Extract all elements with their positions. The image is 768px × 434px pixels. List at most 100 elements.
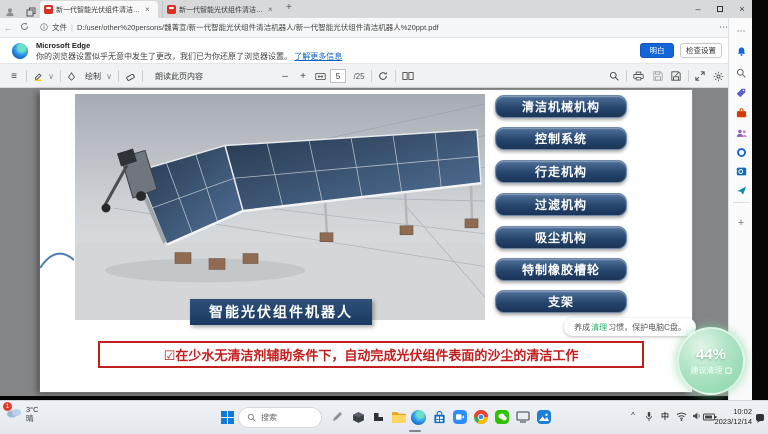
notification-badge: 1	[3, 402, 12, 411]
refresh-icon[interactable]	[16, 22, 32, 33]
slide-swoosh-decoration	[40, 242, 74, 277]
draw-caret-icon[interactable]: ∨	[104, 64, 114, 88]
taskbar-clock[interactable]: 10:02 2023/12/14	[712, 407, 752, 427]
start-button[interactable]	[216, 406, 238, 428]
drop-icon[interactable]	[729, 181, 753, 199]
read-aloud-button[interactable]: 朗读此页内容	[148, 64, 210, 88]
tab-1[interactable]: 新一代智能光伏组件清洁机器人 ×	[40, 1, 158, 18]
window-minimize-button[interactable]: –	[688, 0, 708, 18]
wifi-tray-icon[interactable]	[674, 411, 688, 421]
info-icon[interactable]	[40, 23, 48, 33]
eraser-icon[interactable]	[122, 64, 138, 88]
tab-close-icon[interactable]: ×	[145, 5, 150, 14]
window-close-button[interactable]: ×	[732, 0, 752, 18]
docs-app-icon[interactable]	[367, 406, 389, 428]
browser-menu-icon[interactable]: ⋯	[719, 22, 728, 33]
search-icon[interactable]	[606, 64, 622, 88]
image-caption-label: 智能光伏组件机器人	[190, 299, 372, 325]
component-button: 过滤机构	[495, 193, 627, 216]
sidebar-add-icon[interactable]: +	[729, 214, 753, 232]
broom-icon	[725, 367, 732, 374]
component-button: 清洁机械机构	[495, 95, 627, 118]
rotate-icon[interactable]	[375, 64, 391, 88]
tools-briefcase-icon[interactable]	[729, 104, 753, 122]
pdf-file-icon	[44, 5, 53, 14]
tab-2[interactable]: 新一代智能光伏组件清洁机器人 ×	[162, 1, 280, 18]
desktop-black-edge	[752, 0, 768, 400]
component-button: 吸尘机构	[495, 226, 627, 249]
snip-pen-app-icon[interactable]	[326, 406, 348, 428]
highlighter-caret-icon[interactable]: ∨	[46, 64, 56, 88]
fullscreen-icon[interactable]	[692, 64, 708, 88]
edge-app-icon[interactable]	[407, 406, 429, 428]
page-total-label: /25	[349, 64, 369, 88]
draw-nib-icon[interactable]	[64, 64, 78, 88]
address-bar: ← 文件 | D:/user/other%20persons/魏菁宣/新一代智能…	[0, 18, 752, 38]
url-text: D:/user/other%20persons/魏菁宣/新一代智能光伏组件清洁机…	[77, 22, 439, 33]
browser-tab-bar: 新一代智能光伏组件清洁机器人 × 新一代智能光伏组件清洁机器人 × + – ×	[0, 0, 752, 18]
meeting-app-icon[interactable]	[449, 406, 471, 428]
zoom-in-icon[interactable]: +	[296, 64, 310, 88]
notification-app-name: Microsoft Edge	[36, 41, 90, 50]
clock-time: 10:02	[733, 407, 752, 416]
scheme-label: 文件	[52, 22, 67, 33]
url-separator: |	[71, 23, 73, 32]
notification-message: 你的浏览器设置似乎无意中发生了更改，我们已为你还原了浏览器设置。 了解更多信息	[36, 51, 342, 62]
cleaner-percent: 44%	[696, 346, 726, 363]
component-button: 特制橡胶槽轮	[495, 258, 627, 281]
people-icon[interactable]	[729, 124, 753, 142]
pdf-toolbar: ≡ ∨ 绘制 ∨ 朗读此页内容 – + /25	[0, 64, 752, 88]
weather-widget[interactable]: 1 3°C 晴	[6, 405, 39, 423]
taskbar: 1 3°C 晴 搜索	[0, 400, 768, 434]
clock-date: 2023/12/14	[714, 417, 752, 426]
weather-temp: 3°C	[26, 405, 39, 414]
search-icon	[247, 413, 256, 422]
cube-app-icon[interactable]	[347, 406, 369, 428]
component-button: 行走机构	[495, 160, 627, 183]
window-maximize-button[interactable]	[710, 0, 730, 18]
sidebar-search-icon[interactable]	[729, 64, 753, 82]
back-icon[interactable]: ←	[0, 23, 16, 33]
save-icon[interactable]	[650, 64, 666, 88]
settings-gear-icon[interactable]	[710, 64, 726, 88]
sidebar-more-icon[interactable]: ⋯	[729, 22, 753, 40]
microphone-tray-icon[interactable]	[642, 411, 656, 422]
table-of-contents-icon[interactable]: ≡	[6, 64, 22, 88]
new-tab-button[interactable]: +	[286, 2, 292, 13]
tab-title: 新一代智能光伏组件清洁机器人	[179, 5, 265, 15]
component-button: 支架	[495, 290, 627, 313]
store-app-icon[interactable]	[428, 406, 450, 428]
copilot-ring-icon[interactable]	[729, 143, 753, 161]
slide-page: 清洁机械机构 控制系统 行走机构 过滤机构 吸尘机构 特制橡胶槽轮 支架 智能光…	[40, 90, 692, 392]
screen-share-app-icon[interactable]	[512, 406, 534, 428]
print-icon[interactable]	[630, 64, 646, 88]
page-view-icon[interactable]	[399, 64, 417, 88]
photos-app-icon[interactable]	[533, 406, 555, 428]
wechat-app-icon[interactable]	[491, 406, 513, 428]
page-number-input[interactable]	[330, 69, 346, 83]
cleaner-circle-widget[interactable]: 44% 建议清理	[677, 327, 745, 395]
cleaner-tooltip: 养成清理习惯，保护电脑C盘。	[564, 318, 696, 336]
tray-expand-caret-icon[interactable]: ^	[626, 411, 640, 420]
learn-more-link[interactable]: 了解更多信息	[294, 52, 342, 61]
volume-tray-icon[interactable]	[689, 411, 703, 421]
highlighter-icon[interactable]	[30, 64, 46, 88]
pdf-viewport[interactable]: 清洁机械机构 控制系统 行走机构 过滤机构 吸尘机构 特制橡胶槽轮 支架 智能光…	[0, 88, 728, 396]
zoom-out-icon[interactable]: –	[278, 64, 292, 88]
outlook-icon[interactable]	[729, 162, 753, 180]
taskbar-search-box[interactable]: 搜索	[238, 407, 322, 428]
url-field[interactable]: 文件 | D:/user/other%20persons/魏菁宣/新一代智能光伏…	[40, 22, 439, 33]
tab-close-icon[interactable]: ×	[268, 5, 273, 14]
shopping-tag-icon[interactable]	[729, 84, 753, 102]
notification-center-icon[interactable]	[754, 413, 766, 423]
got-it-button[interactable]: 明白	[640, 43, 674, 58]
notification-bell-icon[interactable]	[729, 42, 753, 60]
save-as-icon[interactable]	[668, 64, 684, 88]
fit-to-width-icon[interactable]	[312, 64, 328, 88]
cleaner-action: 建议清理	[691, 365, 732, 376]
check-settings-button[interactable]: 检查设置	[680, 43, 722, 58]
file-explorer-icon[interactable]	[387, 406, 409, 428]
draw-label[interactable]: 绘制	[80, 64, 106, 88]
ime-indicator[interactable]: 中	[658, 411, 672, 422]
chrome-app-icon[interactable]	[470, 406, 492, 428]
